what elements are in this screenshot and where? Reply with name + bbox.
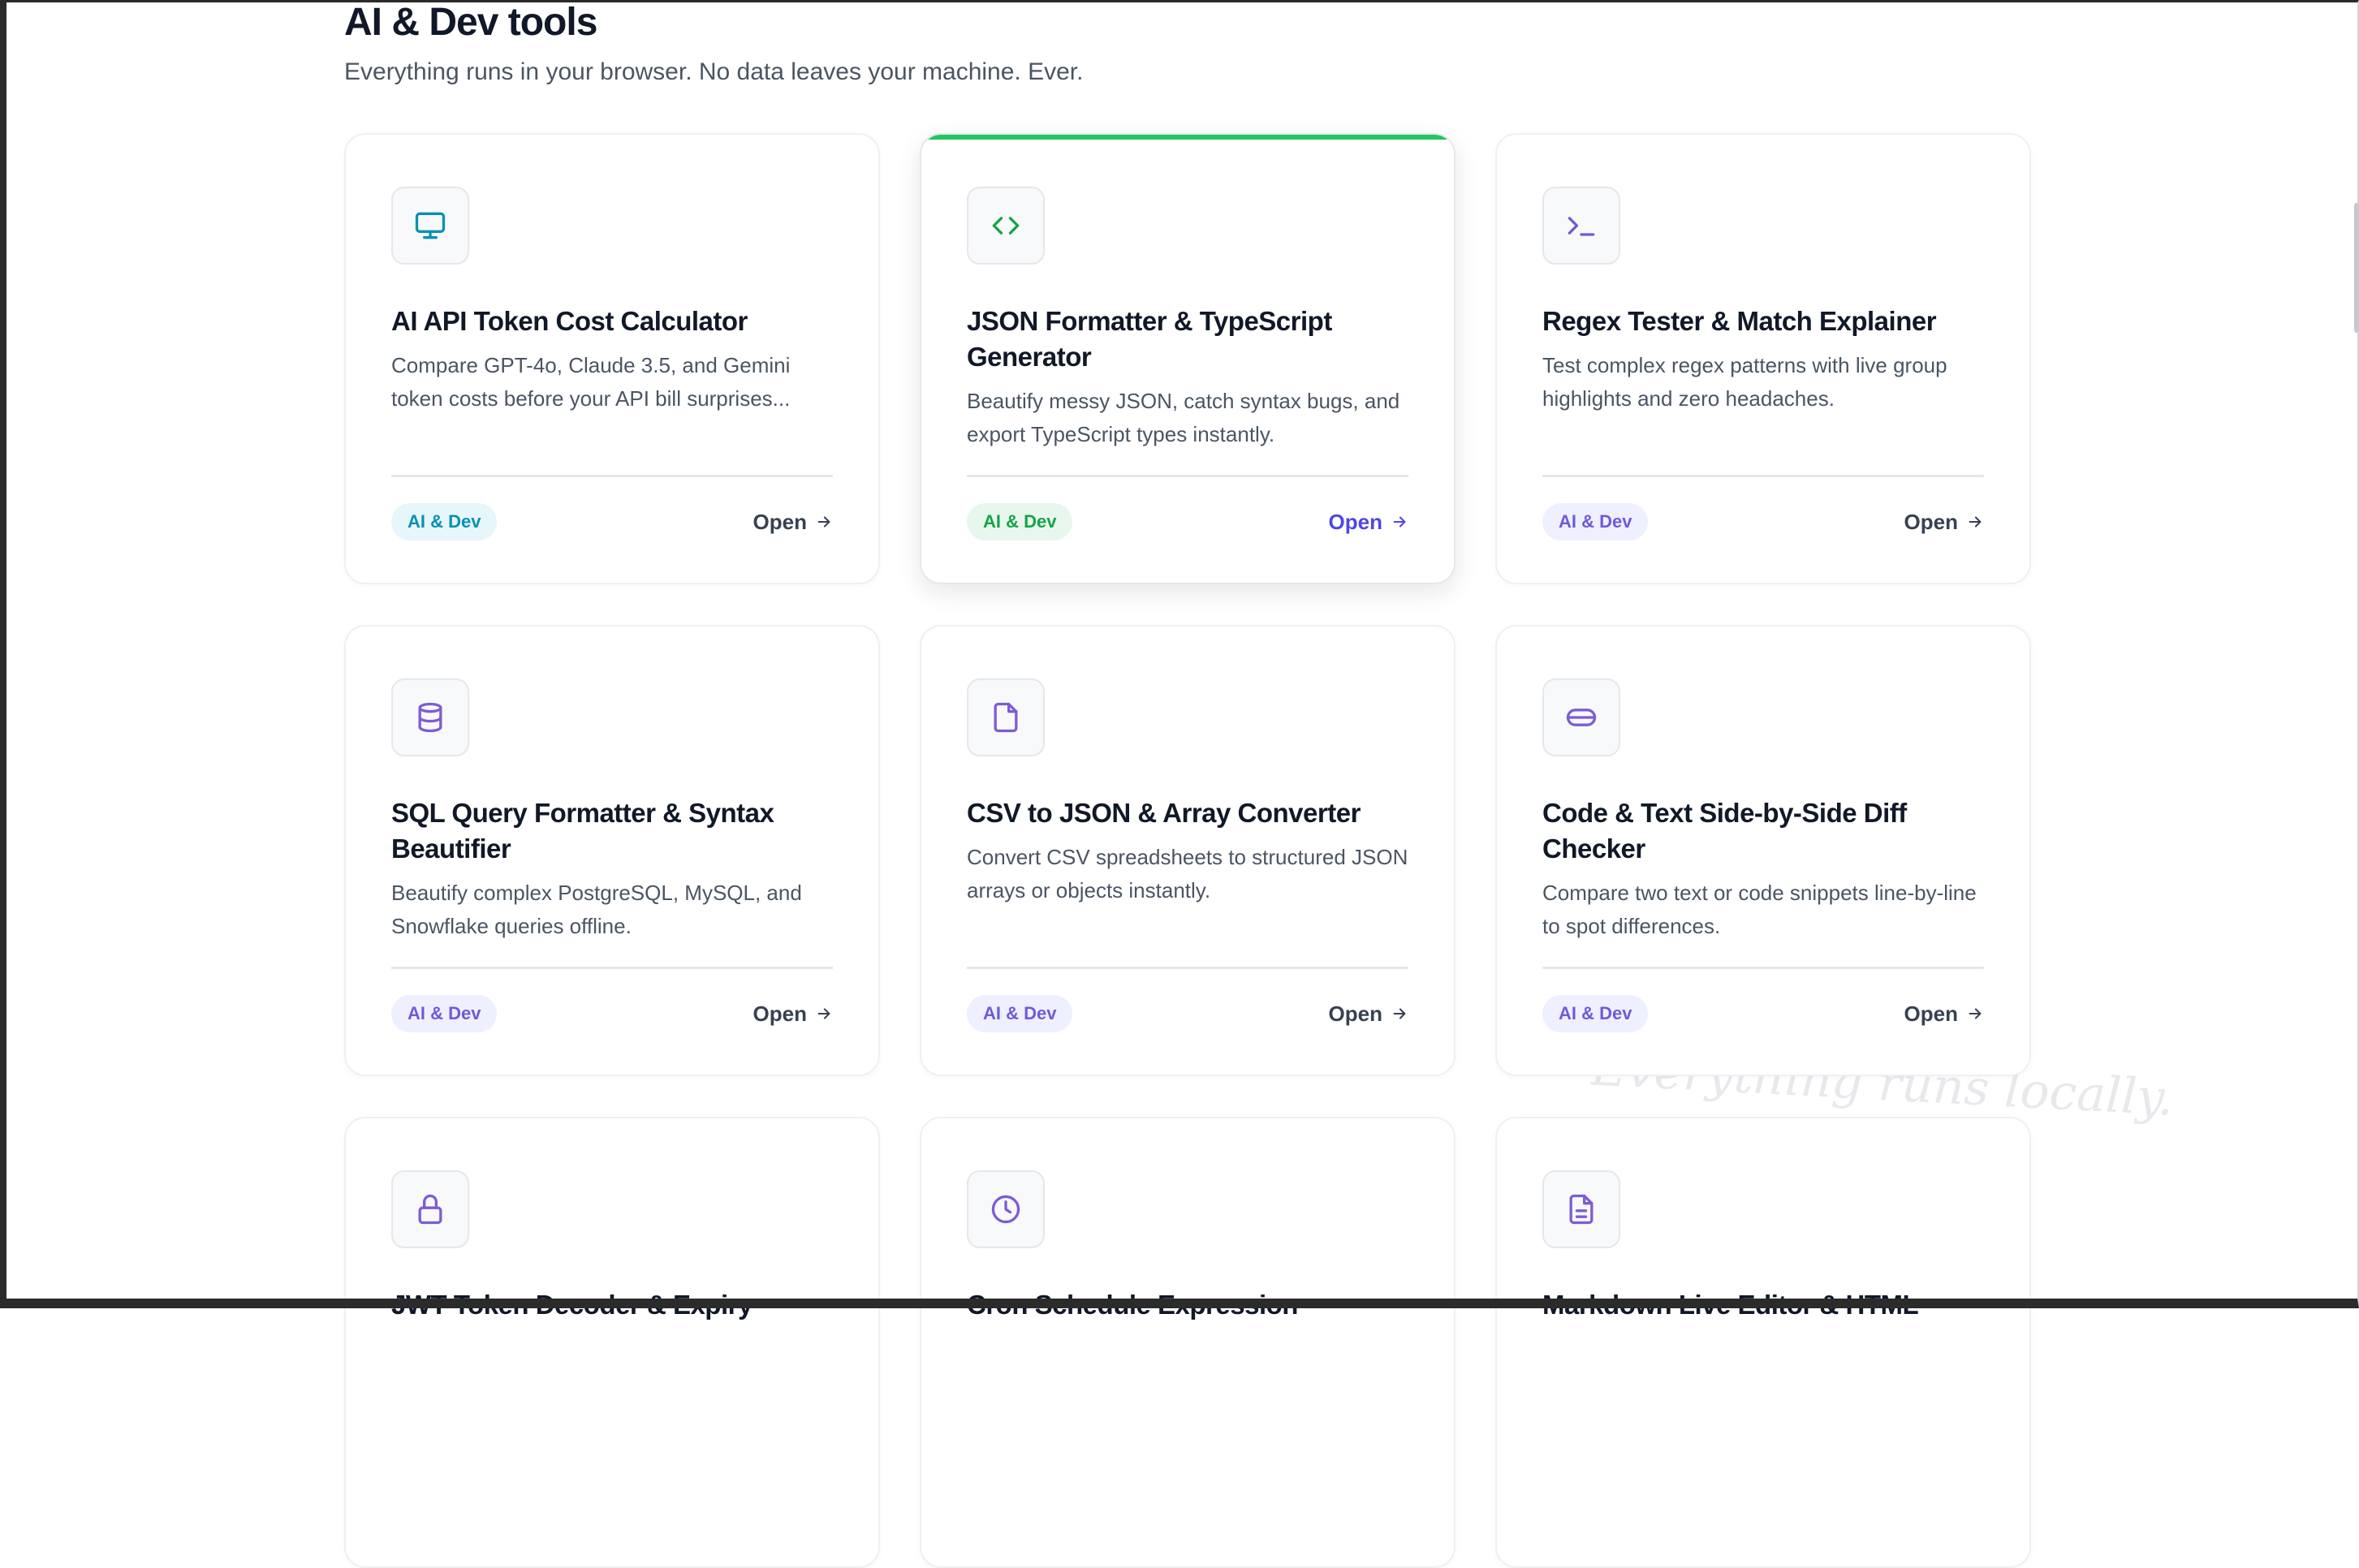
category-badge: AI & Dev (967, 503, 1073, 541)
card-footer: AI & Dev Open (1542, 475, 1984, 541)
card-title: Regex Tester & Match Explainer (1542, 306, 1937, 336)
card-title: Cron Schedule Expression (967, 1290, 1298, 1320)
category-badge: AI & Dev (967, 995, 1073, 1032)
tool-card-jwt-decoder[interactable]: JWT Token Decoder & Expiry (344, 1117, 880, 1568)
card-title: SQL Query Formatter & Syntax Beautifier (391, 798, 774, 864)
card-title: CSV to JSON & Array Converter (967, 798, 1361, 828)
page-title: AI & Dev tools (344, 1, 597, 44)
tool-card-json-formatter[interactable]: JSON Formatter & TypeScript Generator Be… (920, 133, 1456, 584)
open-link[interactable]: Open (1904, 1002, 1984, 1027)
card-description: Test complex regex patterns with live gr… (1542, 353, 1947, 411)
arrow-right-icon (1393, 516, 1406, 528)
category-badge: AI & Dev (1542, 995, 1649, 1032)
card-description: Beautify messy JSON, catch syntax bugs, … (967, 389, 1400, 446)
open-link-label: Open (1904, 509, 1958, 534)
card-footer: AI & Dev Open (391, 967, 833, 1032)
diff-icon (1542, 678, 1620, 756)
arrow-right-icon (817, 516, 830, 528)
card-footer: AI & Dev Open (1542, 967, 1984, 1032)
arrow-right-icon (817, 1008, 830, 1019)
page-subtitle: Everything runs in your browser. No data… (344, 58, 1084, 85)
scrollbar-thumb[interactable] (2354, 203, 2359, 333)
arrow-right-icon (1969, 516, 1982, 528)
tool-card-diff-checker[interactable]: Code & Text Side-by-Side Diff Checker Co… (1495, 625, 2031, 1076)
tool-card-markdown-editor[interactable]: Markdown Live Editor & HTML (1495, 1117, 2031, 1568)
clock-icon (967, 1170, 1045, 1248)
open-link-label: Open (1328, 1001, 1382, 1026)
card-footer: AI & Dev Open (967, 967, 1408, 1032)
card-title: Markdown Live Editor & HTML (1542, 1290, 1919, 1320)
tools-grid: AI API Token Cost Calculator Compare GPT… (344, 133, 2031, 1568)
tool-card-token-cost[interactable]: AI API Token Cost Calculator Compare GPT… (344, 133, 880, 584)
card-description: Beautify complex PostgreSQL, MySQL, and … (391, 881, 802, 938)
category-badge: AI & Dev (391, 503, 498, 541)
open-link[interactable]: Open (753, 510, 833, 535)
open-link[interactable]: Open (1329, 510, 1408, 535)
tool-card-sql-formatter[interactable]: SQL Query Formatter & Syntax Beautifier … (344, 625, 880, 1076)
category-badge: AI & Dev (1542, 503, 1649, 541)
code-icon (967, 187, 1045, 265)
card-title: JWT Token Decoder & Expiry (391, 1290, 753, 1320)
lock-icon (391, 1170, 469, 1248)
open-link[interactable]: Open (753, 1002, 833, 1027)
open-link-label: Open (1328, 509, 1382, 534)
open-link-label: Open (753, 509, 807, 534)
database-icon (391, 678, 469, 756)
card-footer: AI & Dev Open (967, 475, 1408, 541)
open-link[interactable]: Open (1904, 510, 1984, 535)
card-description: Compare GPT-4o, Claude 3.5, and Gemini t… (391, 353, 791, 411)
open-link[interactable]: Open (1329, 1002, 1408, 1027)
card-description: Convert CSV spreadsheets to structured J… (967, 845, 1408, 902)
file-icon (967, 678, 1045, 756)
card-title: Code & Text Side-by-Side Diff Checker (1542, 798, 1907, 864)
card-description: Compare two text or code snippets line-b… (1542, 881, 1977, 938)
terminal-icon (1542, 187, 1620, 265)
arrow-right-icon (1393, 1008, 1406, 1019)
tool-card-csv-to-json[interactable]: CSV to JSON & Array Converter Convert CS… (920, 625, 1456, 1076)
tool-card-regex-tester[interactable]: Regex Tester & Match Explainer Test comp… (1495, 133, 2031, 584)
card-title: JSON Formatter & TypeScript Generator (967, 306, 1332, 372)
open-link-label: Open (753, 1001, 807, 1026)
tool-card-cron-schedule[interactable]: Cron Schedule Expression (920, 1117, 1456, 1568)
arrow-right-icon (1969, 1008, 1982, 1019)
file-text-icon (1542, 1170, 1620, 1248)
category-badge: AI & Dev (391, 995, 498, 1032)
monitor-icon (391, 187, 469, 265)
card-title: AI API Token Cost Calculator (391, 306, 748, 336)
card-footer: AI & Dev Open (391, 475, 833, 541)
open-link-label: Open (1904, 1001, 1958, 1026)
